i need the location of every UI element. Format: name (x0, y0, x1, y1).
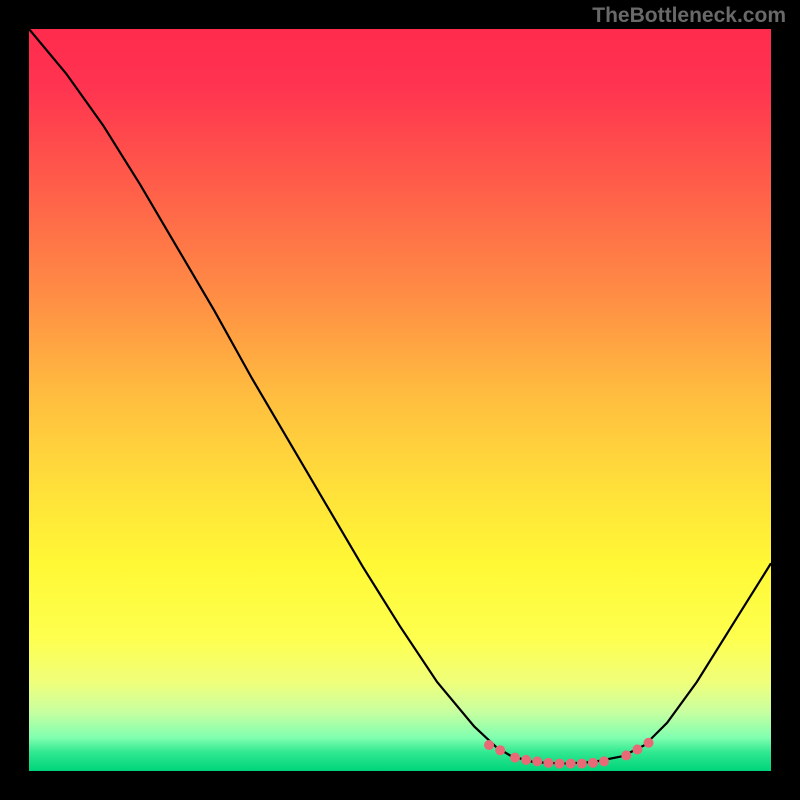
chart-container: TheBottleneck.com (0, 0, 800, 800)
data-marker (599, 756, 609, 766)
data-marker (632, 744, 642, 754)
data-marker (521, 755, 531, 765)
data-marker (621, 750, 631, 760)
attribution-label: TheBottleneck.com (592, 4, 786, 28)
data-marker (532, 756, 542, 766)
data-marker (644, 738, 654, 748)
data-marker (577, 759, 587, 769)
data-marker (510, 753, 520, 763)
chart-overlay (29, 29, 771, 771)
plot-area (29, 29, 771, 771)
data-marker (588, 758, 598, 768)
marker-group (484, 738, 654, 769)
data-marker (566, 759, 576, 769)
data-marker (484, 740, 494, 750)
data-marker (495, 745, 505, 755)
bottleneck-curve (29, 29, 771, 764)
data-marker (543, 758, 553, 768)
data-marker (555, 759, 565, 769)
